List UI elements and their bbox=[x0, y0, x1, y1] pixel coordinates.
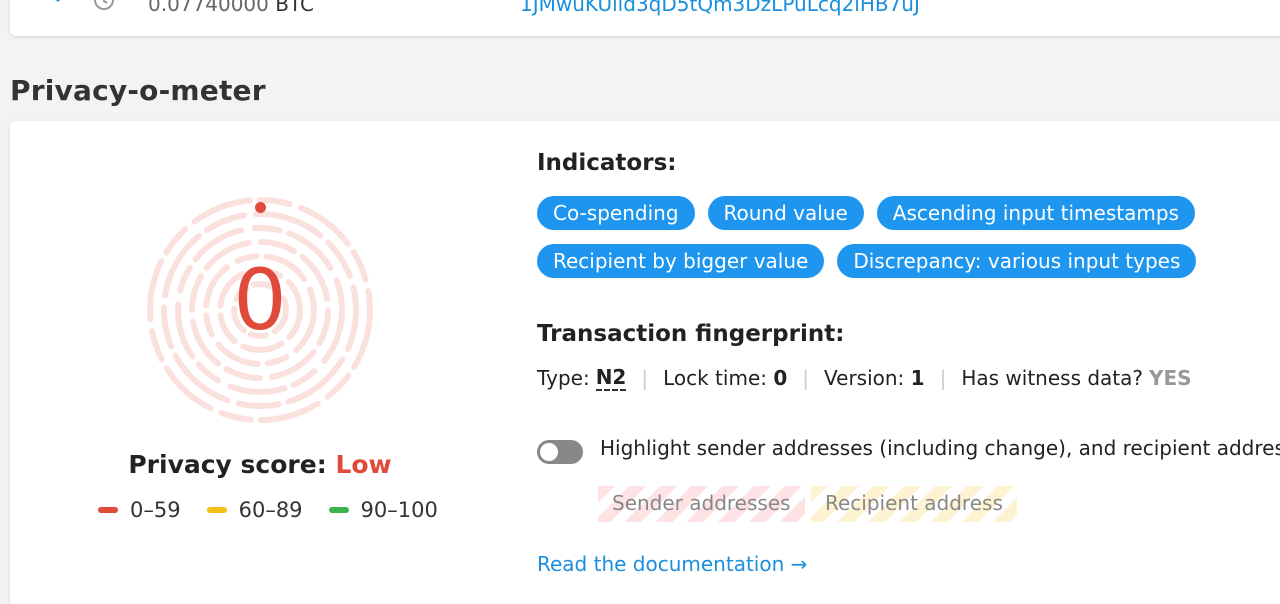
recipient-address-link[interactable]: 1JMwuKUiid3qD5tQm3DzLPuLcq2iHB7uJ bbox=[520, 0, 920, 16]
privacy-score-label: Privacy score: Low bbox=[128, 450, 392, 479]
privacy-score-value: 0 bbox=[233, 251, 287, 349]
indicator-chip-co-spending[interactable]: Co-spending bbox=[537, 196, 695, 230]
clock-icon bbox=[92, 0, 116, 16]
toggle-knob bbox=[540, 443, 558, 461]
privacy-score-level: Low bbox=[335, 450, 392, 479]
divider: | bbox=[939, 366, 947, 390]
divider: | bbox=[802, 366, 810, 390]
divider: | bbox=[641, 366, 649, 390]
legend-swatch-green bbox=[328, 507, 349, 513]
lock-time-value: 0 bbox=[773, 366, 788, 390]
indicator-chip-discrepancy-input-types[interactable]: Discrepancy: various input types bbox=[837, 244, 1197, 278]
fingerprint-details: Type: N2 | Lock time: 0 | Version: 1 | H… bbox=[537, 365, 1192, 391]
version-value: 1 bbox=[910, 366, 925, 390]
arrow-left-icon[interactable] bbox=[46, 0, 74, 12]
legend-item-low: 0–59 bbox=[98, 498, 181, 522]
score-legend: 0–59 60–89 90–100 bbox=[98, 498, 438, 522]
indicator-chips: Co-spending Round value Ascending input … bbox=[537, 196, 1257, 278]
legend-item-high: 90–100 bbox=[328, 498, 438, 522]
fingerprint-title: Transaction fingerprint: bbox=[537, 321, 845, 347]
highlight-toggle-label: Highlight sender addresses (including ch… bbox=[600, 436, 1280, 460]
transaction-summary-card: 0.07740000 BTC 1JMwuKUiid3qD5tQm3DzLPuLc… bbox=[10, 0, 1280, 36]
witness-value: YES bbox=[1149, 366, 1192, 390]
sender-addresses-tag: Sender addresses bbox=[598, 486, 805, 522]
indicator-chip-round-value[interactable]: Round value bbox=[707, 196, 864, 230]
fingerprint-type-value[interactable]: N2 bbox=[595, 365, 627, 391]
indicators-title: Indicators: bbox=[537, 150, 677, 176]
transaction-amount: 0.07740000 BTC bbox=[148, 0, 314, 16]
documentation-link[interactable]: Read the documentation → bbox=[537, 552, 807, 576]
indicator-chip-recipient-bigger-value[interactable]: Recipient by bigger value bbox=[537, 244, 825, 278]
score-indicator-dot bbox=[255, 202, 266, 213]
recipient-address-tag: Recipient address bbox=[811, 486, 1017, 522]
legend-item-medium: 60–89 bbox=[206, 498, 303, 522]
indicator-chip-ascending-timestamps[interactable]: Ascending input timestamps bbox=[876, 196, 1195, 230]
legend-swatch-yellow bbox=[206, 507, 227, 513]
legend-swatch-red bbox=[98, 507, 118, 513]
highlight-toggle[interactable] bbox=[537, 440, 583, 464]
section-title: Privacy-o-meter bbox=[10, 74, 266, 107]
